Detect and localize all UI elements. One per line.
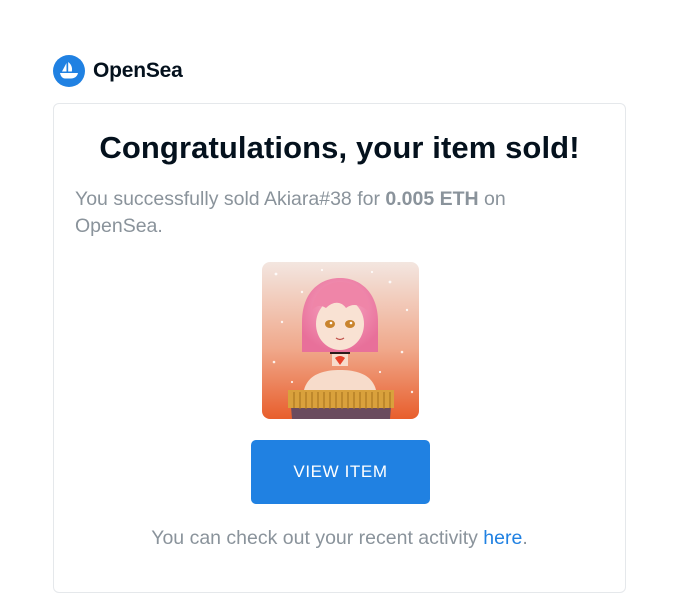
email-header: OpenSea bbox=[53, 55, 183, 87]
view-item-button[interactable]: VIEW ITEM bbox=[251, 440, 430, 504]
opensea-logo-icon bbox=[53, 55, 85, 87]
sale-message-prefix: You successfully sold Akiara#38 for bbox=[75, 188, 386, 210]
sale-message: You successfully sold Akiara#38 for 0.00… bbox=[75, 186, 591, 240]
recent-activity-note: You can check out your recent activity h… bbox=[54, 527, 625, 550]
sale-notification-card: Congratulations, your item sold! You suc… bbox=[53, 103, 626, 593]
sale-amount: 0.005 ETH bbox=[385, 188, 479, 210]
nft-item-image[interactable] bbox=[262, 262, 419, 419]
page-title: Congratulations, your item sold! bbox=[99, 130, 580, 165]
recent-activity-link[interactable]: here bbox=[483, 527, 522, 549]
brand-name: OpenSea bbox=[93, 59, 183, 82]
recent-activity-prefix: You can check out your recent activity bbox=[151, 527, 484, 549]
recent-activity-suffix: . bbox=[522, 527, 528, 549]
